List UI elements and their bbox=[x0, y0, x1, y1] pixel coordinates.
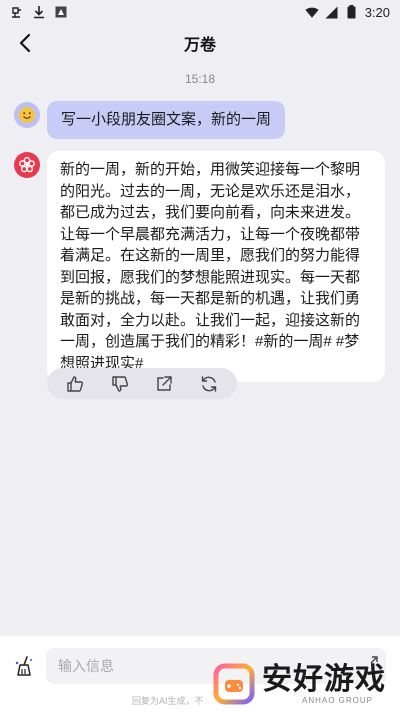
back-button[interactable] bbox=[12, 30, 38, 56]
watermark-subtitle: ANHAO GROUP bbox=[302, 695, 374, 705]
bug-icon bbox=[10, 5, 24, 19]
watermark-name: 安好游戏 bbox=[262, 662, 386, 696]
like-button[interactable] bbox=[60, 370, 90, 398]
battery-icon bbox=[345, 5, 359, 19]
clear-chat-button[interactable] bbox=[10, 652, 38, 680]
thumbs-down-icon bbox=[112, 375, 128, 392]
wifi-icon bbox=[305, 5, 319, 19]
message-action-bar bbox=[47, 368, 237, 399]
user-avatar bbox=[14, 102, 40, 128]
download-icon bbox=[32, 5, 46, 19]
flower-icon bbox=[19, 156, 35, 173]
status-left-icons bbox=[10, 5, 68, 19]
status-bar: 3:20 bbox=[0, 0, 400, 24]
regenerate-button[interactable] bbox=[194, 370, 224, 398]
ai-message-text: 新的一周，新的开始，用微笑迎接每一个黎明的阳光。过去的一周，无论是欢乐还是泪水，… bbox=[60, 161, 361, 372]
ai-message-bubble: 新的一周，新的开始，用微笑迎接每一个黎明的阳光。过去的一周，无论是欢乐还是泪水，… bbox=[47, 151, 385, 382]
header: 万卷 bbox=[0, 24, 400, 62]
message-timestamp: 15:18 bbox=[184, 72, 216, 86]
share-icon bbox=[157, 375, 172, 391]
watermark-text: 安好游戏 ANHAO GROUP bbox=[262, 662, 386, 705]
signal-icon bbox=[325, 5, 339, 19]
status-time: 3:20 bbox=[364, 4, 390, 20]
page-title: 万卷 bbox=[183, 37, 216, 54]
status-right-icons: 3:20 bbox=[305, 5, 390, 20]
user-message-bubble: 写一小段朋友圈文案，新的一周 bbox=[47, 101, 286, 139]
regenerate-icon bbox=[201, 375, 216, 392]
chevron-left-icon bbox=[19, 33, 31, 53]
broom-icon bbox=[15, 656, 32, 676]
thumbs-up-icon bbox=[67, 375, 84, 392]
share-button[interactable] bbox=[149, 370, 179, 398]
game-logo-icon bbox=[213, 663, 255, 705]
watermark: 安好游戏 ANHAO GROUP bbox=[212, 656, 400, 712]
image-icon bbox=[54, 5, 68, 19]
smiley-icon bbox=[19, 107, 35, 123]
dislike-button[interactable] bbox=[105, 370, 135, 398]
ai-disclaimer: 回复为AI生成，不 bbox=[132, 696, 204, 706]
ai-avatar bbox=[14, 152, 40, 178]
